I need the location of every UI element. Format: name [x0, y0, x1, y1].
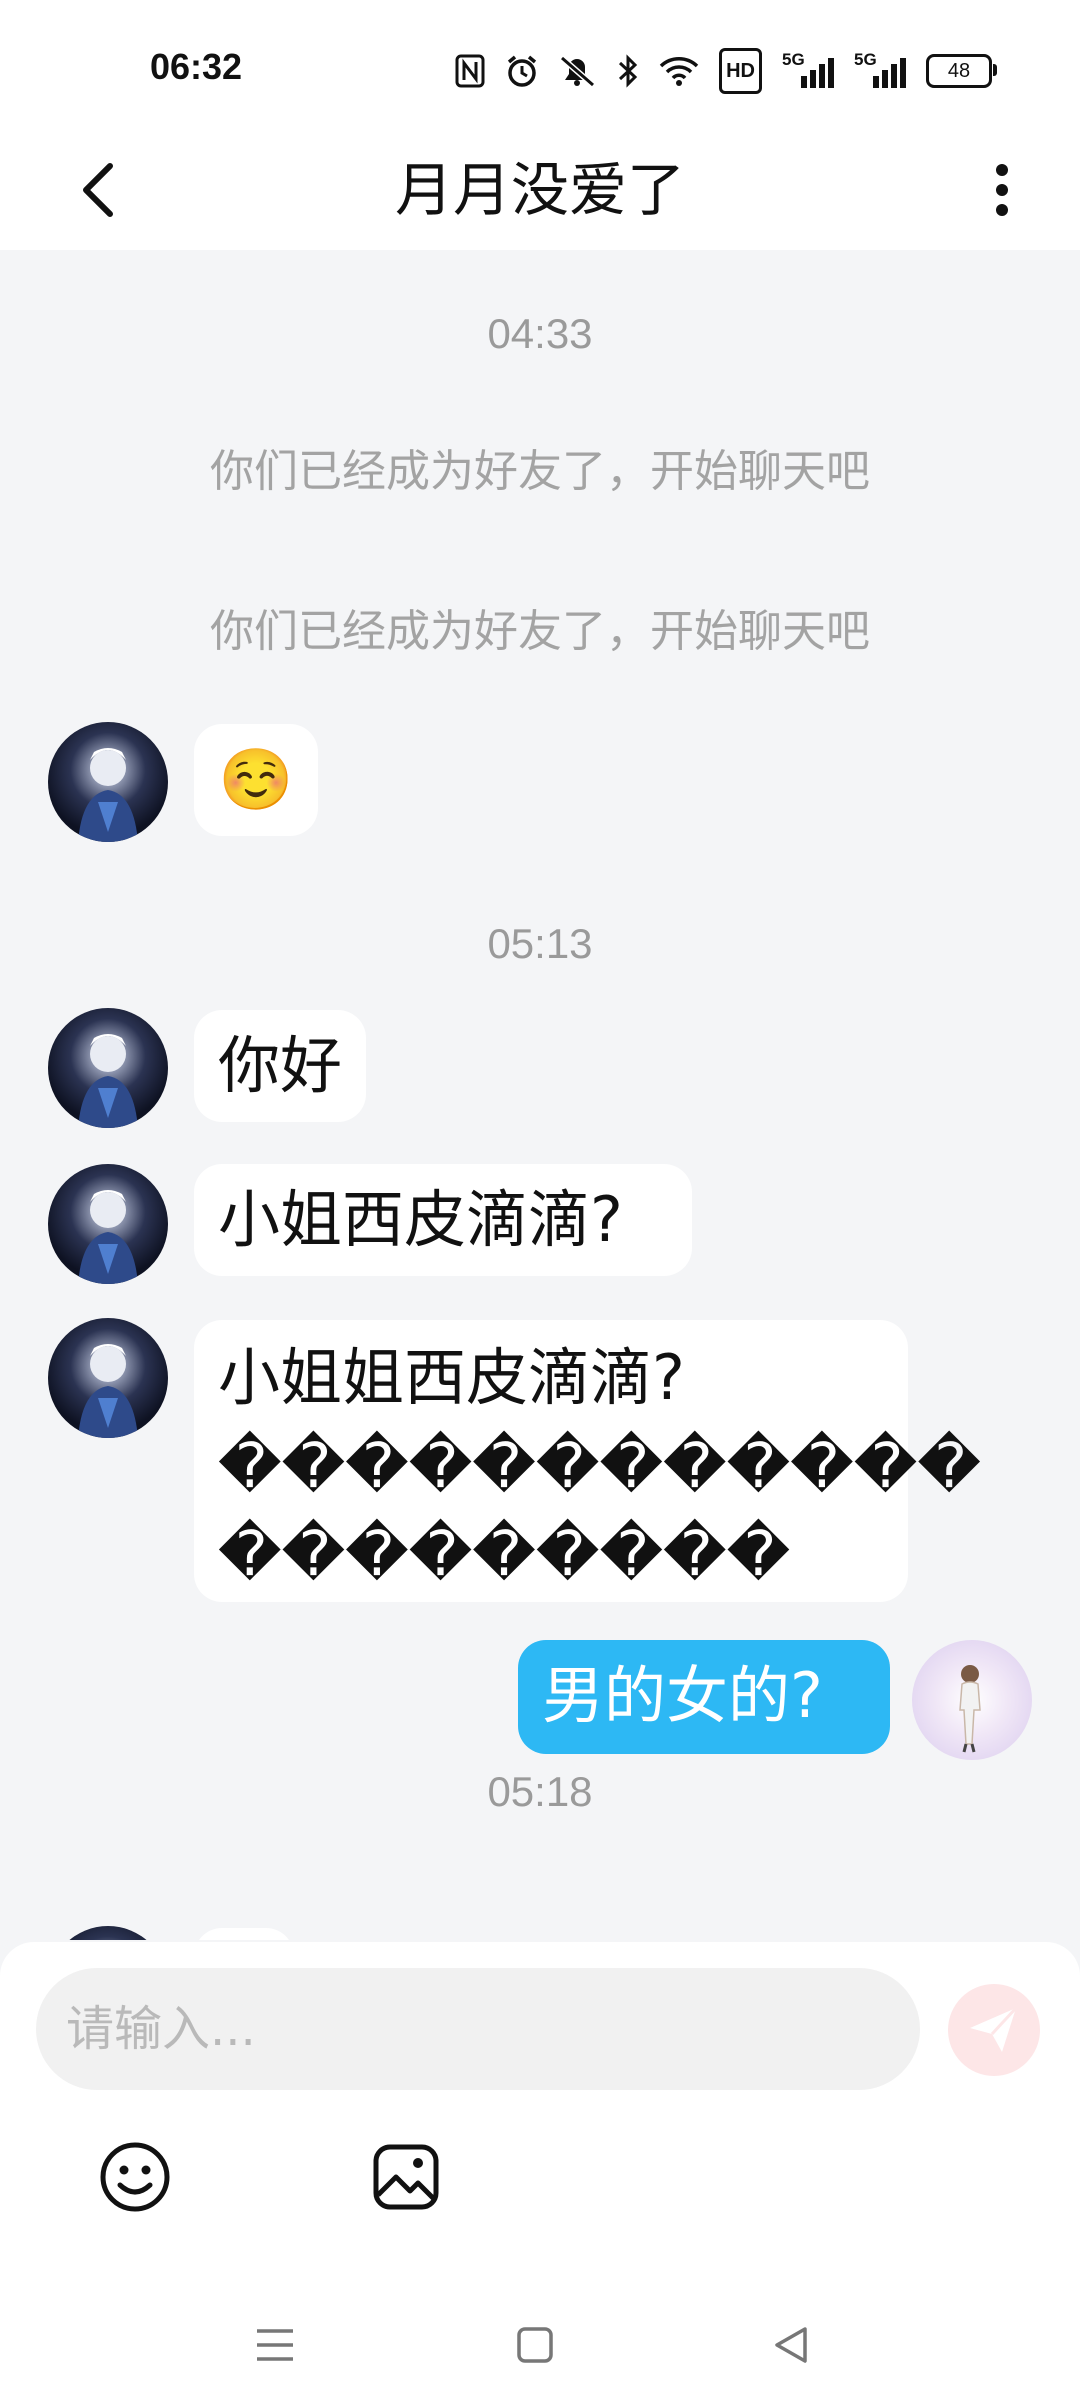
status-icons: HD 5G 5G 48: [455, 48, 997, 94]
back-nav-button[interactable]: [756, 2310, 826, 2380]
user-avatar[interactable]: [912, 1640, 1032, 1760]
contact-avatar[interactable]: [48, 1318, 168, 1438]
nfc-icon: [455, 51, 485, 91]
message-line: ���������: [218, 1517, 791, 1590]
system-message: 你们已经成为好友了，开始聊天吧: [210, 606, 870, 657]
contact-avatar[interactable]: [48, 1008, 168, 1128]
system-navigation-bar: [0, 2290, 1080, 2400]
incoming-message-bubble[interactable]: 小姐姐西皮滴滴? ������������ ���������: [194, 1320, 981, 1602]
message-line: ������������: [218, 1429, 981, 1502]
system-message: 你们已经成为好友了，开始聊天吧: [210, 446, 870, 497]
alarm-icon: [505, 51, 539, 91]
more-options-button[interactable]: [964, 152, 1040, 228]
mute-icon: [559, 51, 597, 91]
send-button[interactable]: [948, 1984, 1040, 2076]
incoming-message-bubble[interactable]: 小姐西皮滴滴?: [194, 1164, 692, 1276]
hd-badge: HD: [719, 48, 762, 94]
home-square-icon: [517, 2327, 553, 2363]
home-nav-button[interactable]: [500, 2310, 570, 2380]
message-line: 小姐姐西皮滴滴?: [218, 1341, 685, 1414]
status-bar: 06:32 HD 5G 5G 48: [0, 0, 1080, 130]
timestamp-0513: 05:13: [487, 920, 593, 967]
menu-nav-button[interactable]: [240, 2310, 310, 2380]
incoming-message-bubble[interactable]: [194, 1928, 294, 1940]
outgoing-message-bubble[interactable]: 男的女的?: [518, 1640, 890, 1754]
contact-avatar[interactable]: [48, 722, 168, 842]
image-icon: [373, 2144, 439, 2210]
battery-indicator: 48: [926, 54, 997, 88]
status-time: 06:32: [150, 46, 243, 87]
emoji-icon: [100, 2142, 170, 2212]
chat-header: 月月没爱了: [0, 130, 1080, 250]
incoming-message-bubble[interactable]: ☺️: [194, 724, 318, 836]
contact-avatar[interactable]: [48, 1926, 168, 1940]
wifi-icon: [659, 51, 699, 91]
timestamp-0433: 04:33: [487, 310, 593, 357]
signal-5g-1-icon: 5G: [782, 50, 834, 90]
chat-message-list[interactable]: 04:33 你们已经成为好友了，开始聊天吧 你们已经成为好友了，开始聊天吧 ☺️…: [0, 250, 1080, 1940]
back-triangle-icon: [775, 2327, 807, 2363]
emoji-button[interactable]: [90, 2132, 180, 2222]
menu-icon: [257, 2329, 293, 2361]
incoming-message-bubble[interactable]: 你好: [194, 1010, 366, 1122]
signal-5g-2-icon: 5G: [854, 50, 906, 90]
more-vertical-icon: [996, 164, 1008, 216]
timestamp-0518: 05:18: [487, 1768, 593, 1815]
chat-title: 月月没爱了: [394, 156, 685, 224]
send-icon: [970, 2006, 1018, 2052]
contact-avatar[interactable]: [48, 1164, 168, 1284]
image-button[interactable]: [361, 2132, 451, 2222]
bluetooth-icon: [617, 51, 639, 91]
message-input[interactable]: [36, 1968, 920, 2090]
